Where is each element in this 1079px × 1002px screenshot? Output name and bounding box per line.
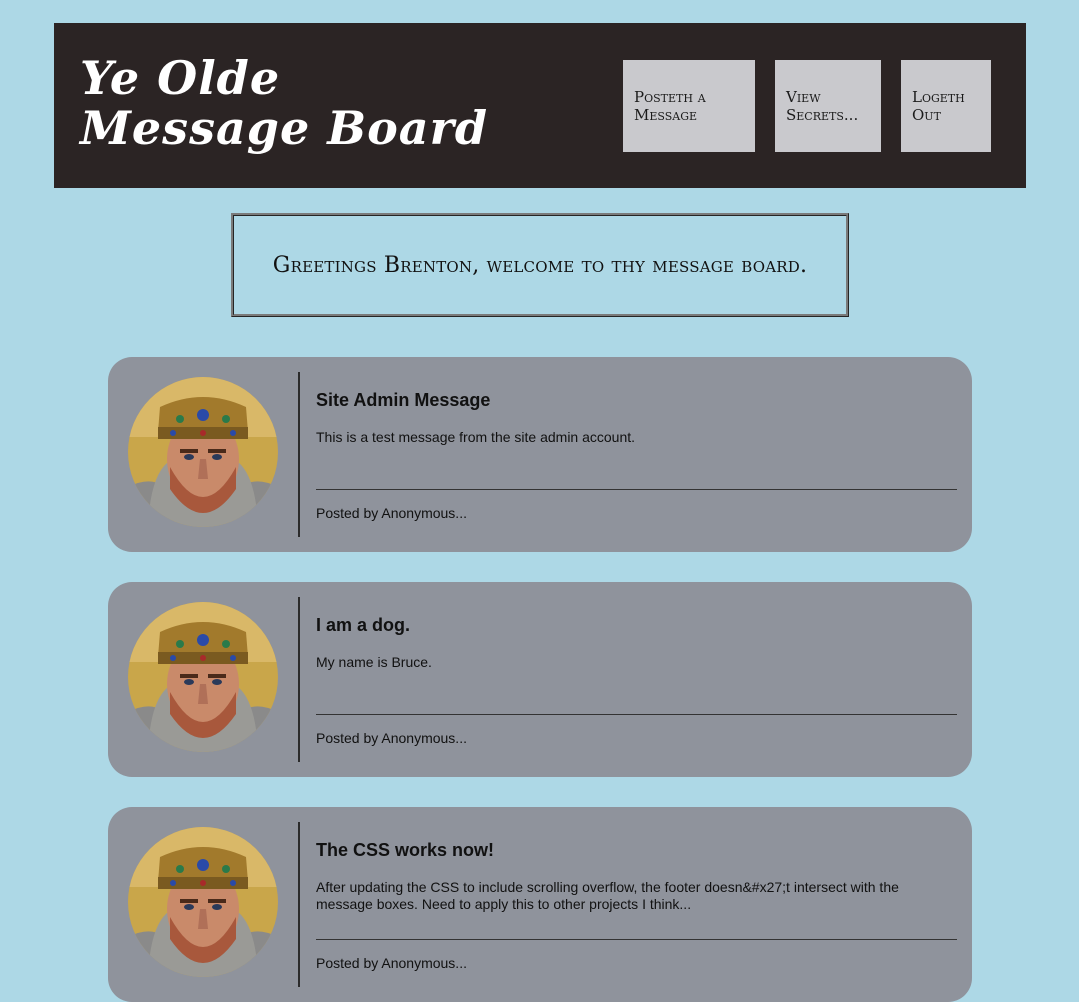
site-header: Ye Olde Message Board Posteth a Message … — [54, 23, 1026, 188]
message-body: After updating the CSS to include scroll… — [316, 879, 899, 912]
message-footer: Posted by Anonymous... — [316, 505, 467, 521]
avatar — [128, 377, 278, 527]
message-body: My name is Bruce. — [316, 654, 432, 670]
site-title: Ye Olde Message Board — [80, 51, 488, 155]
message-separator — [316, 939, 957, 940]
message-card: The CSS works now! After updating the CS… — [108, 807, 972, 1002]
message-title: The CSS works now! — [316, 840, 495, 860]
message-separator — [316, 489, 957, 490]
post-message-button[interactable]: Posteth a Message — [623, 60, 755, 152]
logout-button[interactable]: Logeth Out — [901, 60, 991, 152]
message-divider — [298, 597, 300, 762]
message-title: Site Admin Message — [316, 390, 491, 410]
welcome-text: Greetings Brenton, welcome to thy messag… — [272, 252, 808, 278]
knight-portrait-icon — [128, 827, 278, 977]
message-divider — [298, 372, 300, 537]
message-body: This is a test message from the site adm… — [316, 429, 636, 445]
message-card: Site Admin Message This is a test messag… — [108, 357, 972, 552]
avatar — [128, 827, 278, 977]
message-card: I am a dog. My name is Bruce. Posted by … — [108, 582, 972, 777]
message-divider — [298, 822, 300, 987]
message-title: I am a dog. — [316, 615, 411, 635]
message-separator — [316, 714, 957, 715]
knight-portrait-icon — [128, 377, 278, 527]
message-footer: Posted by Anonymous... — [316, 730, 467, 746]
message-footer: Posted by Anonymous... — [316, 955, 467, 971]
welcome-banner: Greetings Brenton, welcome to thy messag… — [231, 213, 849, 317]
knight-portrait-icon — [128, 602, 278, 752]
avatar — [128, 602, 278, 752]
view-secrets-button[interactable]: View Secrets... — [775, 60, 881, 152]
